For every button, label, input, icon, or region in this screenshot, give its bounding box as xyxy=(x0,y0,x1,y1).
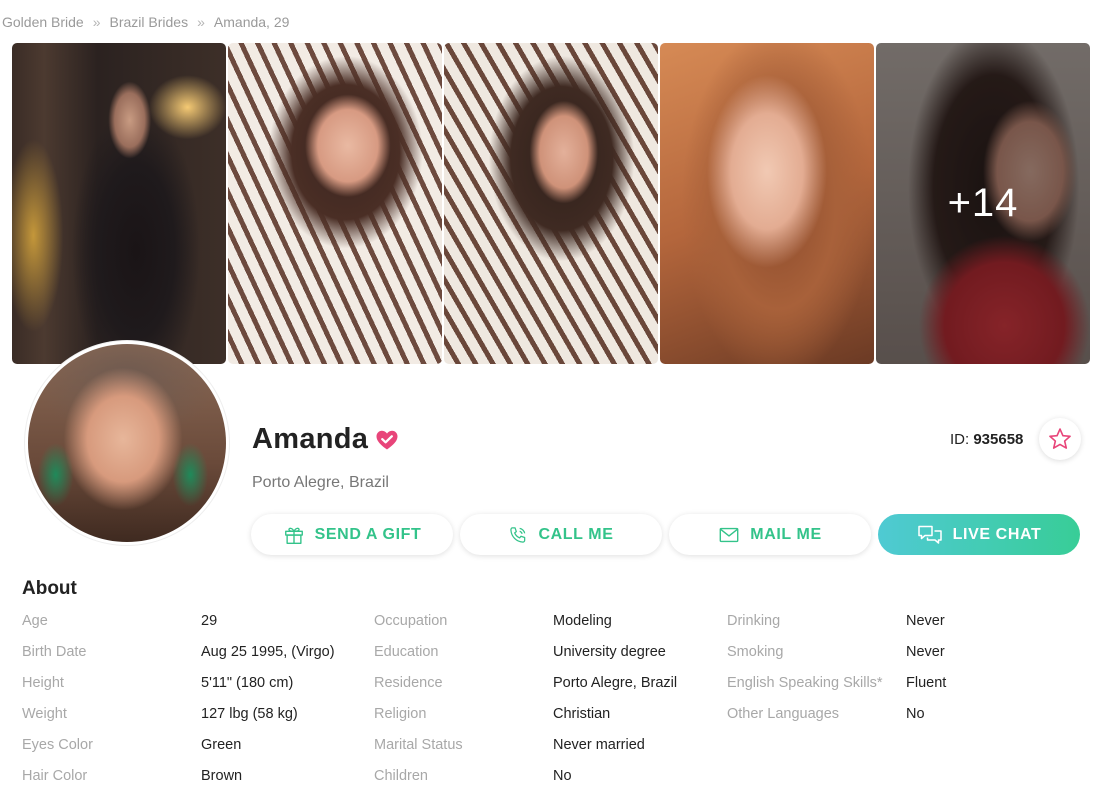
marital-status-label: Marital Status xyxy=(374,737,463,753)
profile-location: Porto Alegre, Brazil xyxy=(252,474,389,491)
favorite-button[interactable] xyxy=(1039,418,1081,460)
more-photos-overlay[interactable]: +14 xyxy=(876,43,1090,364)
drinking-label: Drinking xyxy=(727,613,781,629)
weight-label: Weight xyxy=(22,706,67,722)
eyes-color-label: Eyes Color xyxy=(22,737,93,753)
other-languages-value: No xyxy=(906,706,925,722)
photo-gallery: +14 xyxy=(12,43,1090,364)
marital-status-value: Never married xyxy=(553,737,645,753)
eyes-color-value: Green xyxy=(201,737,242,753)
phone-icon xyxy=(510,526,526,543)
gallery-photo-3[interactable] xyxy=(444,43,658,364)
avatar-photo xyxy=(28,344,226,542)
mail-me-label: MAIL ME xyxy=(750,525,822,543)
height-label: Height xyxy=(22,675,64,691)
age-value: 29 xyxy=(201,613,218,629)
gallery-photo-1[interactable] xyxy=(12,43,226,364)
gallery-photo-4[interactable] xyxy=(660,43,874,364)
weight-value: 127 lbg (58 kg) xyxy=(201,706,298,722)
verified-heart-icon xyxy=(376,430,398,450)
residence-label: Residence xyxy=(374,675,443,691)
education-value: University degree xyxy=(553,644,666,660)
birth-date-value: Aug 25 1995, (Virgo) xyxy=(201,644,335,660)
send-gift-button[interactable]: SEND A GIFT xyxy=(251,514,453,555)
profile-id: ID: 935658 xyxy=(950,431,1023,448)
drinking-value: Never xyxy=(906,613,945,629)
religion-label: Religion xyxy=(374,706,427,722)
english-skills-value: Fluent xyxy=(906,675,947,691)
send-gift-label: SEND A GIFT xyxy=(314,525,422,543)
envelope-icon xyxy=(719,527,739,542)
education-label: Education xyxy=(374,644,439,660)
birth-date-label: Birth Date xyxy=(22,644,87,660)
english-skills-label: English Speaking Skills* xyxy=(727,675,883,691)
breadcrumb-link-golden-bride[interactable]: Golden Bride xyxy=(2,14,84,30)
profile-id-value: 935658 xyxy=(973,431,1024,448)
hair-color-value: Brown xyxy=(201,768,243,784)
breadcrumb-separator: » xyxy=(92,14,101,30)
children-label: Children xyxy=(374,768,428,784)
smoking-value: Never xyxy=(906,644,945,660)
religion-value: Christian xyxy=(553,706,611,722)
profile-id-label: ID: xyxy=(950,431,970,448)
call-me-button[interactable]: CALL ME xyxy=(460,514,662,555)
breadcrumb-separator: » xyxy=(197,14,205,30)
children-value: No xyxy=(553,768,572,784)
gallery-photo-more[interactable]: +14 xyxy=(876,43,1090,364)
occupation-label: Occupation xyxy=(374,613,448,629)
height-value: 5'11" (180 cm) xyxy=(201,675,294,691)
mail-me-button[interactable]: MAIL ME xyxy=(669,514,871,555)
breadcrumb-link-brazil-brides[interactable]: Brazil Brides xyxy=(110,14,189,30)
more-photos-count: +14 xyxy=(947,181,1019,225)
profile-name: Amanda xyxy=(252,423,369,455)
occupation-value: Modeling xyxy=(553,613,612,629)
action-buttons: SEND A GIFT CALL ME MAIL ME LIVE CHAT xyxy=(251,514,1080,555)
age-label: Age xyxy=(22,613,48,629)
live-chat-label: LIVE CHAT xyxy=(952,525,1042,543)
star-icon xyxy=(1049,428,1071,449)
gallery-photo-2[interactable] xyxy=(228,43,442,364)
profile-avatar[interactable] xyxy=(25,341,229,545)
residence-value: Porto Alegre, Brazil xyxy=(553,675,678,691)
other-languages-label: Other Languages xyxy=(727,706,840,722)
call-me-label: CALL ME xyxy=(538,525,614,543)
gift-icon xyxy=(284,527,303,544)
chat-bubbles-icon xyxy=(917,525,942,544)
breadcrumb: Golden Bride » Brazil Brides » Amanda, 29 xyxy=(2,14,289,30)
hair-color-label: Hair Color xyxy=(22,768,88,784)
about-heading: About xyxy=(22,578,77,599)
smoking-label: Smoking xyxy=(727,644,784,660)
breadcrumb-current: Amanda, 29 xyxy=(213,14,290,30)
live-chat-button[interactable]: LIVE CHAT xyxy=(878,514,1080,555)
